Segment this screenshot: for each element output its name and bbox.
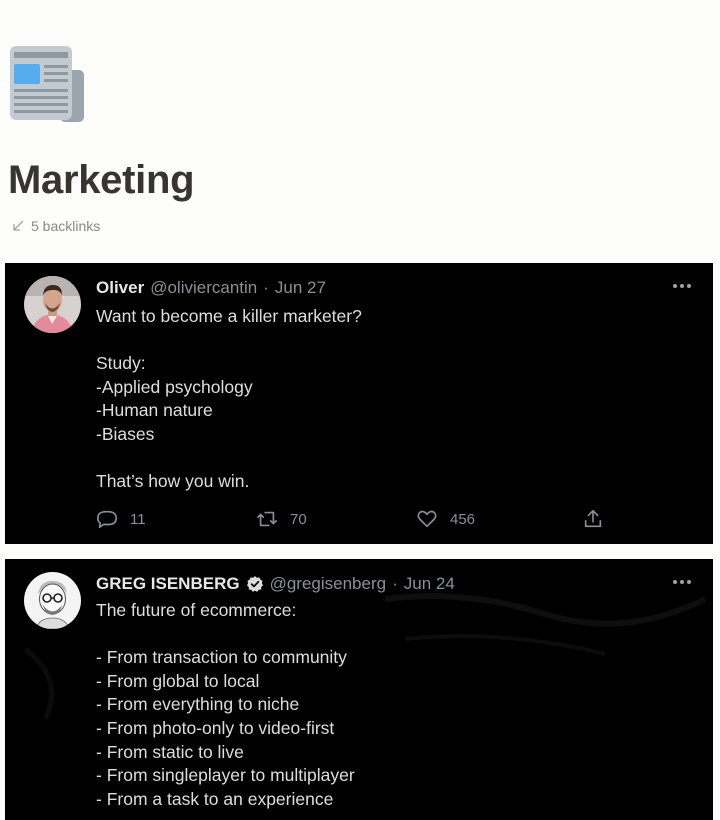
share-button[interactable] xyxy=(582,508,604,530)
like-count: 456 xyxy=(450,510,476,528)
tweet-handle[interactable]: @oliviercantin xyxy=(150,278,257,298)
share-icon xyxy=(584,509,602,528)
tweet-author[interactable]: GREG ISENBERG xyxy=(96,574,240,594)
arrow-down-left-icon xyxy=(13,220,24,231)
retweet-count: 70 xyxy=(290,510,307,528)
separator: · xyxy=(392,574,398,593)
tweet-embed[interactable]: GREG ISENBERG @gregisenberg · Jun 24 The… xyxy=(5,559,713,820)
tweet-text: The future of ecommerce: - From transact… xyxy=(96,600,355,809)
retweet-button[interactable]: 70 xyxy=(256,508,307,530)
tweet-text: Want to become a killer marketer? Study:… xyxy=(96,306,362,492)
avatar[interactable] xyxy=(24,572,81,629)
reply-icon xyxy=(97,510,117,529)
tweet-author[interactable]: Oliver xyxy=(96,278,144,298)
reply-button[interactable]: 11 xyxy=(96,508,146,530)
tweet-date[interactable]: Jun 24 xyxy=(404,574,455,594)
tweet-actions: 11 70 456 xyxy=(96,508,616,530)
tweet-date[interactable]: Jun 27 xyxy=(275,278,326,298)
page-title: Marketing xyxy=(8,158,195,202)
more-options-icon[interactable] xyxy=(673,577,693,587)
tweet-handle[interactable]: @gregisenberg xyxy=(270,574,387,594)
tweet-embed[interactable]: Oliver @oliviercantin · Jun 27 Want to b… xyxy=(5,263,713,544)
more-options-icon[interactable] xyxy=(673,281,693,291)
verified-badge-icon xyxy=(246,576,263,592)
separator: · xyxy=(263,278,269,297)
backlinks-link[interactable]: 5 backlinks xyxy=(11,218,100,234)
retweet-icon xyxy=(257,511,277,527)
like-button[interactable]: 456 xyxy=(416,508,475,530)
heart-icon xyxy=(417,510,437,528)
newspaper-icon[interactable] xyxy=(8,44,86,124)
backlinks-label: 5 backlinks xyxy=(31,218,101,234)
reply-count: 11 xyxy=(130,510,146,528)
avatar[interactable] xyxy=(24,276,81,333)
